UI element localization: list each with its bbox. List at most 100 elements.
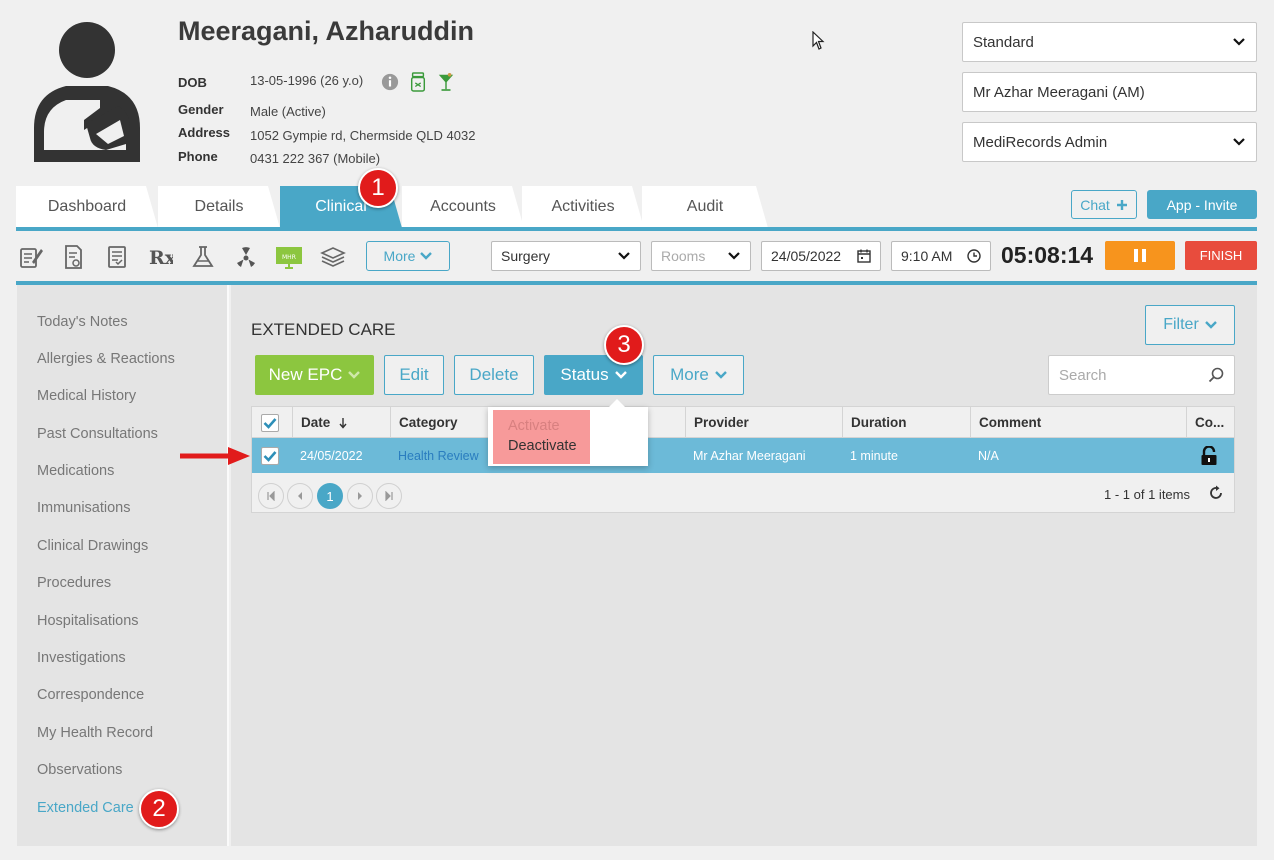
column-header-date[interactable]: Date bbox=[292, 407, 390, 438]
column-header-provider[interactable]: Provider bbox=[685, 407, 842, 438]
table-row[interactable]: 24/05/2022 Health Review Mr Azhar Meerag… bbox=[252, 438, 1234, 473]
medication-bottle-icon[interactable] bbox=[409, 72, 427, 92]
address-value: 1052 Gympie rd, Chermside QLD 4032 bbox=[250, 128, 476, 143]
rooms-select[interactable]: Rooms bbox=[651, 241, 751, 271]
notes-icon[interactable] bbox=[18, 244, 44, 270]
patient-avatar-icon bbox=[34, 22, 140, 162]
dob-label: DOB bbox=[178, 75, 207, 90]
sidebar-item-immunisations[interactable]: Immunisations bbox=[37, 500, 130, 516]
pathology-flask-icon[interactable] bbox=[190, 244, 216, 270]
row-comment: N/A bbox=[978, 448, 999, 463]
callout-badge-2: 2 bbox=[139, 789, 179, 829]
section-title: EXTENDED CARE bbox=[251, 320, 396, 339]
education-icon[interactable] bbox=[320, 244, 346, 270]
address-label: Address bbox=[178, 125, 231, 140]
checkmark-icon bbox=[263, 450, 277, 462]
patient-name: Meeragani, Azharuddin bbox=[178, 16, 475, 46]
sidebar-item-medical-history[interactable]: Medical History bbox=[37, 388, 136, 404]
info-icon[interactable] bbox=[381, 72, 399, 92]
sidebar-item-my-health-record[interactable]: My Health Record bbox=[37, 725, 153, 741]
tab-details[interactable]: Details bbox=[158, 186, 280, 228]
practitioner-field[interactable]: Mr Azhar Meeragani (AM) bbox=[962, 72, 1257, 112]
sidebar-item-medications[interactable]: Medications bbox=[37, 463, 114, 479]
radiology-icon[interactable] bbox=[233, 244, 259, 270]
document-icon[interactable] bbox=[104, 244, 130, 270]
page-number-button[interactable]: 1 bbox=[317, 483, 343, 509]
menu-item-activate[interactable]: Activate bbox=[508, 418, 560, 434]
clinical-sidebar: Today's Notes Allergies & Reactions Medi… bbox=[17, 285, 229, 846]
sidebar-item-observations[interactable]: Observations bbox=[37, 762, 122, 778]
chevron-down-icon bbox=[1233, 138, 1245, 146]
filter-button[interactable]: Filter bbox=[1145, 305, 1235, 345]
grid-pager: 1 1 - 1 of 1 items bbox=[252, 473, 1234, 513]
sort-descending-icon bbox=[339, 417, 347, 429]
prescription-icon[interactable]: Rx bbox=[147, 244, 173, 270]
tab-dashboard[interactable]: Dashboard bbox=[16, 186, 158, 228]
edit-button[interactable]: Edit bbox=[384, 355, 444, 395]
alcohol-glass-icon[interactable] bbox=[437, 72, 455, 92]
extended-care-grid: Date Category Provider Duration Comment … bbox=[251, 406, 1235, 513]
sidebar-item-investigations[interactable]: Investigations bbox=[37, 650, 126, 666]
chat-button[interactable]: Chat bbox=[1071, 190, 1137, 219]
row-duration: 1 minute bbox=[850, 448, 898, 463]
account-select[interactable]: MediRecords Admin bbox=[962, 122, 1257, 162]
mhr-label: MHR bbox=[282, 254, 296, 261]
last-page-icon bbox=[385, 491, 393, 501]
pause-icon bbox=[1142, 249, 1146, 262]
last-page-button[interactable] bbox=[376, 483, 402, 509]
date-value: 24/05/2022 bbox=[771, 248, 842, 264]
row-checkbox[interactable] bbox=[261, 446, 279, 465]
first-page-button[interactable] bbox=[258, 483, 284, 509]
refresh-icon[interactable] bbox=[1208, 485, 1224, 501]
toolbar-more-button[interactable]: More bbox=[366, 241, 450, 271]
tab-audit[interactable]: Audit bbox=[642, 186, 768, 228]
select-all-checkbox[interactable] bbox=[261, 413, 279, 432]
row-select-cell bbox=[252, 438, 292, 473]
chevron-down-icon bbox=[728, 252, 740, 260]
location-select[interactable]: Surgery bbox=[491, 241, 641, 271]
toolbar-more-label: More bbox=[383, 248, 416, 264]
template-select[interactable]: Standard bbox=[962, 22, 1257, 62]
clock-icon[interactable] bbox=[967, 249, 981, 263]
patient-alert-icons bbox=[381, 72, 455, 92]
sidebar-item-correspondence[interactable]: Correspondence bbox=[37, 687, 144, 703]
more-actions-button[interactable]: More bbox=[653, 355, 744, 395]
svg-text:Rx: Rx bbox=[149, 247, 173, 269]
new-epc-button[interactable]: New EPC bbox=[255, 355, 374, 395]
request-form-icon[interactable] bbox=[61, 244, 87, 270]
finish-button[interactable]: FINISH bbox=[1185, 241, 1257, 270]
app-invite-button[interactable]: App - Invite bbox=[1147, 190, 1257, 219]
my-health-record-icon[interactable]: MHR bbox=[275, 244, 303, 270]
sidebar-item-procedures[interactable]: Procedures bbox=[37, 575, 111, 591]
unlocked-padlock-icon[interactable] bbox=[1200, 445, 1218, 466]
tab-activities[interactable]: Activities bbox=[522, 186, 644, 228]
sidebar-item-todays-notes[interactable]: Today's Notes bbox=[37, 314, 128, 330]
chevron-down-icon bbox=[715, 371, 727, 379]
pause-button[interactable] bbox=[1105, 241, 1175, 270]
tab-accounts[interactable]: Accounts bbox=[402, 186, 524, 228]
search-input[interactable]: Search bbox=[1048, 355, 1235, 395]
previous-page-button[interactable] bbox=[287, 483, 313, 509]
menu-item-deactivate[interactable]: Deactivate bbox=[508, 438, 577, 454]
chat-label: Chat bbox=[1080, 196, 1110, 213]
rooms-placeholder: Rooms bbox=[661, 248, 706, 264]
time-picker[interactable]: 9:10 AM bbox=[891, 241, 991, 271]
column-header-confidential[interactable]: Co... bbox=[1186, 407, 1234, 438]
sidebar-item-hospitalisations[interactable]: Hospitalisations bbox=[37, 613, 139, 629]
account-select-value: MediRecords Admin bbox=[973, 133, 1108, 151]
previous-page-icon bbox=[298, 492, 302, 500]
sidebar-item-extended-care[interactable]: Extended Care bbox=[37, 800, 134, 816]
sidebar-item-clinical-drawings[interactable]: Clinical Drawings bbox=[37, 538, 148, 554]
column-header-duration[interactable]: Duration bbox=[842, 407, 970, 438]
next-page-button[interactable] bbox=[347, 483, 373, 509]
sidebar-item-allergies[interactable]: Allergies & Reactions bbox=[37, 351, 175, 367]
sidebar-item-past-consultations[interactable]: Past Consultations bbox=[37, 426, 158, 442]
date-picker[interactable]: 24/05/2022 bbox=[761, 241, 881, 271]
phone-value: 0431 222 367 (Mobile) bbox=[250, 151, 381, 166]
column-header-comment[interactable]: Comment bbox=[970, 407, 1186, 438]
search-icon[interactable] bbox=[1208, 367, 1224, 383]
chevron-down-icon bbox=[1204, 321, 1217, 329]
calendar-icon[interactable] bbox=[857, 249, 871, 263]
row-date: 24/05/2022 bbox=[300, 448, 363, 463]
delete-button[interactable]: Delete bbox=[454, 355, 534, 395]
